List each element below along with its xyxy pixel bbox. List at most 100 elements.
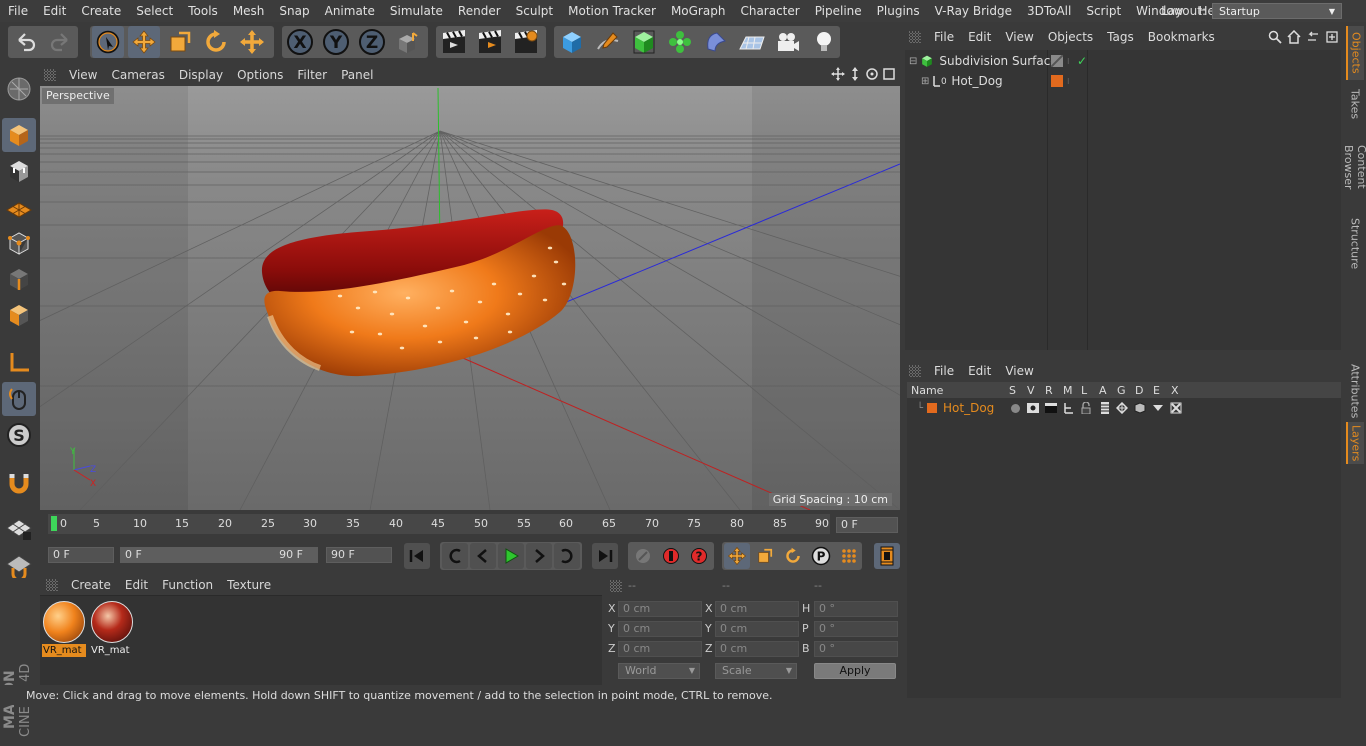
col-view[interactable]: V bbox=[1027, 384, 1035, 397]
menu-3dtoall[interactable]: 3DToAll bbox=[1019, 0, 1078, 22]
perspective-viewport[interactable]: Y Z X Perspective Grid Spacing : 10 cm bbox=[40, 86, 900, 510]
layer-menu-file[interactable]: File bbox=[927, 364, 961, 378]
xref-icon[interactable] bbox=[1170, 402, 1182, 414]
snap-button[interactable] bbox=[2, 466, 36, 500]
zoom-view-icon[interactable] bbox=[848, 67, 862, 81]
viewport-camera-label[interactable]: Perspective bbox=[42, 88, 114, 104]
material-menu-create[interactable]: Create bbox=[64, 578, 118, 592]
timeline-track[interactable]: 0 5 10 15 20 25 30 35 40 45 50 55 60 65 … bbox=[48, 514, 830, 534]
menu-edit[interactable]: Edit bbox=[35, 0, 73, 22]
points-mode-button[interactable] bbox=[2, 226, 36, 260]
solo-toggle-icon[interactable] bbox=[1011, 403, 1020, 413]
key-position-button[interactable] bbox=[724, 543, 750, 569]
new-view-icon[interactable] bbox=[1325, 30, 1339, 44]
subdivision-surface-button[interactable] bbox=[628, 26, 660, 58]
layer-color-swatch[interactable] bbox=[927, 403, 938, 413]
key-scale-button[interactable] bbox=[752, 543, 778, 569]
tab-structure[interactable]: Structure bbox=[1346, 218, 1364, 270]
tree-row-subdivision-surface[interactable]: ⊟ Subdivision Surface ⁝ ✓ bbox=[905, 51, 1341, 71]
workplane-button[interactable] bbox=[2, 190, 36, 224]
redo-button[interactable] bbox=[44, 26, 76, 58]
collapse-icon[interactable]: ⊟ bbox=[909, 56, 917, 67]
menu-create[interactable]: Create bbox=[73, 0, 128, 22]
col-name[interactable]: Name bbox=[911, 384, 943, 397]
tab-attributes[interactable]: Attributes bbox=[1346, 362, 1364, 420]
menu-mograph[interactable]: MoGraph bbox=[663, 0, 733, 22]
panel-grip-icon[interactable] bbox=[46, 579, 58, 591]
end-frame-field[interactable]: 90 F bbox=[326, 547, 392, 563]
x-axis-button[interactable]: X bbox=[284, 26, 316, 58]
mograph-cloner-button[interactable] bbox=[664, 26, 696, 58]
menu-snap[interactable]: Snap bbox=[271, 0, 316, 22]
layer-menu-view[interactable]: View bbox=[998, 364, 1040, 378]
go-to-start-button[interactable] bbox=[404, 543, 430, 569]
deformer-button[interactable] bbox=[700, 26, 732, 58]
tab-layers[interactable]: Layers bbox=[1346, 422, 1364, 464]
coordinate-system-button[interactable] bbox=[392, 26, 424, 58]
undo-button[interactable] bbox=[10, 26, 42, 58]
layout-select[interactable]: Startup ▼ bbox=[1212, 3, 1342, 19]
object-menu-edit[interactable]: Edit bbox=[961, 30, 998, 44]
viewport-menu-filter[interactable]: Filter bbox=[290, 68, 334, 82]
col-animation[interactable]: A bbox=[1099, 384, 1107, 397]
timeline-ruler[interactable]: 0 5 10 15 20 25 30 35 40 45 50 55 60 65 … bbox=[40, 512, 900, 536]
tab-content-browser[interactable]: Content Browser bbox=[1342, 126, 1366, 208]
y-axis-button[interactable]: Y bbox=[320, 26, 352, 58]
col-manager[interactable]: M bbox=[1063, 384, 1073, 397]
pos-y-field[interactable]: 0 cm bbox=[618, 621, 702, 637]
model-mode-button[interactable] bbox=[2, 118, 36, 152]
camera-object-button[interactable] bbox=[772, 26, 804, 58]
live-selection-button[interactable] bbox=[92, 26, 124, 58]
rotate-tool-button[interactable] bbox=[200, 26, 232, 58]
menu-character[interactable]: Character bbox=[732, 0, 806, 22]
size-mode-select[interactable]: Scale ▼ bbox=[715, 663, 797, 679]
z-axis-button[interactable]: Z bbox=[356, 26, 388, 58]
col-locked[interactable]: L bbox=[1081, 384, 1087, 397]
planar-snap-button[interactable] bbox=[2, 548, 36, 582]
layer-color-swatch[interactable] bbox=[1051, 75, 1063, 87]
col-generators[interactable]: G bbox=[1117, 384, 1126, 397]
rot-p-field[interactable]: 0 ° bbox=[814, 621, 898, 637]
autokey-button[interactable]: ? bbox=[686, 543, 712, 569]
col-xref[interactable]: X bbox=[1171, 384, 1179, 397]
panel-grip-icon[interactable] bbox=[909, 365, 921, 377]
layer-row-hot-dog[interactable]: └ Hot_Dog bbox=[907, 398, 1341, 418]
render-picture-viewer-button[interactable] bbox=[474, 26, 506, 58]
back-icon[interactable] bbox=[1306, 30, 1320, 44]
generator-icon[interactable] bbox=[1116, 402, 1128, 414]
object-menu-view[interactable]: View bbox=[998, 30, 1040, 44]
tab-objects[interactable]: Objects bbox=[1346, 26, 1364, 80]
light-object-button[interactable] bbox=[808, 26, 840, 58]
deformer-icon[interactable] bbox=[1134, 402, 1146, 414]
col-render[interactable]: R bbox=[1045, 384, 1053, 397]
expression-icon[interactable] bbox=[1152, 402, 1164, 414]
solo-mode-button[interactable]: S bbox=[2, 418, 36, 452]
menu-vray-bridge[interactable]: V-Ray Bridge bbox=[927, 0, 1019, 22]
playhead-marker[interactable] bbox=[51, 516, 57, 531]
panel-grip-icon[interactable] bbox=[909, 31, 921, 43]
coord-space-select[interactable]: World ▼ bbox=[618, 663, 700, 679]
render-clapper-icon[interactable] bbox=[1045, 403, 1057, 413]
cube-object-button[interactable] bbox=[556, 26, 588, 58]
layer-color-icon[interactable] bbox=[1051, 55, 1063, 67]
manager-icon[interactable] bbox=[1063, 402, 1075, 414]
col-solo[interactable]: S bbox=[1009, 384, 1016, 397]
col-deformers[interactable]: D bbox=[1135, 384, 1143, 397]
menu-motion-tracker[interactable]: Motion Tracker bbox=[560, 0, 663, 22]
rot-b-field[interactable]: 0 ° bbox=[814, 641, 898, 657]
material-menu-edit[interactable]: Edit bbox=[118, 578, 155, 592]
lock-icon[interactable] bbox=[1081, 402, 1091, 414]
object-menu-bookmarks[interactable]: Bookmarks bbox=[1141, 30, 1222, 44]
pan-view-icon[interactable] bbox=[831, 67, 845, 81]
keyframe-selection-button[interactable] bbox=[630, 543, 656, 569]
material-menu-texture[interactable]: Texture bbox=[220, 578, 278, 592]
visibility-dots-icon[interactable]: ⁝ bbox=[1067, 77, 1070, 86]
render-view-button[interactable] bbox=[438, 26, 470, 58]
menu-simulate[interactable]: Simulate bbox=[382, 0, 450, 22]
axis-mode-button[interactable] bbox=[2, 346, 36, 380]
key-rotation-button[interactable] bbox=[780, 543, 806, 569]
panel-grip-icon[interactable] bbox=[610, 580, 622, 592]
current-frame-field[interactable]: 0 F bbox=[836, 517, 898, 533]
pos-x-field[interactable]: 0 cm bbox=[618, 601, 702, 617]
next-key-button[interactable] bbox=[554, 543, 580, 569]
